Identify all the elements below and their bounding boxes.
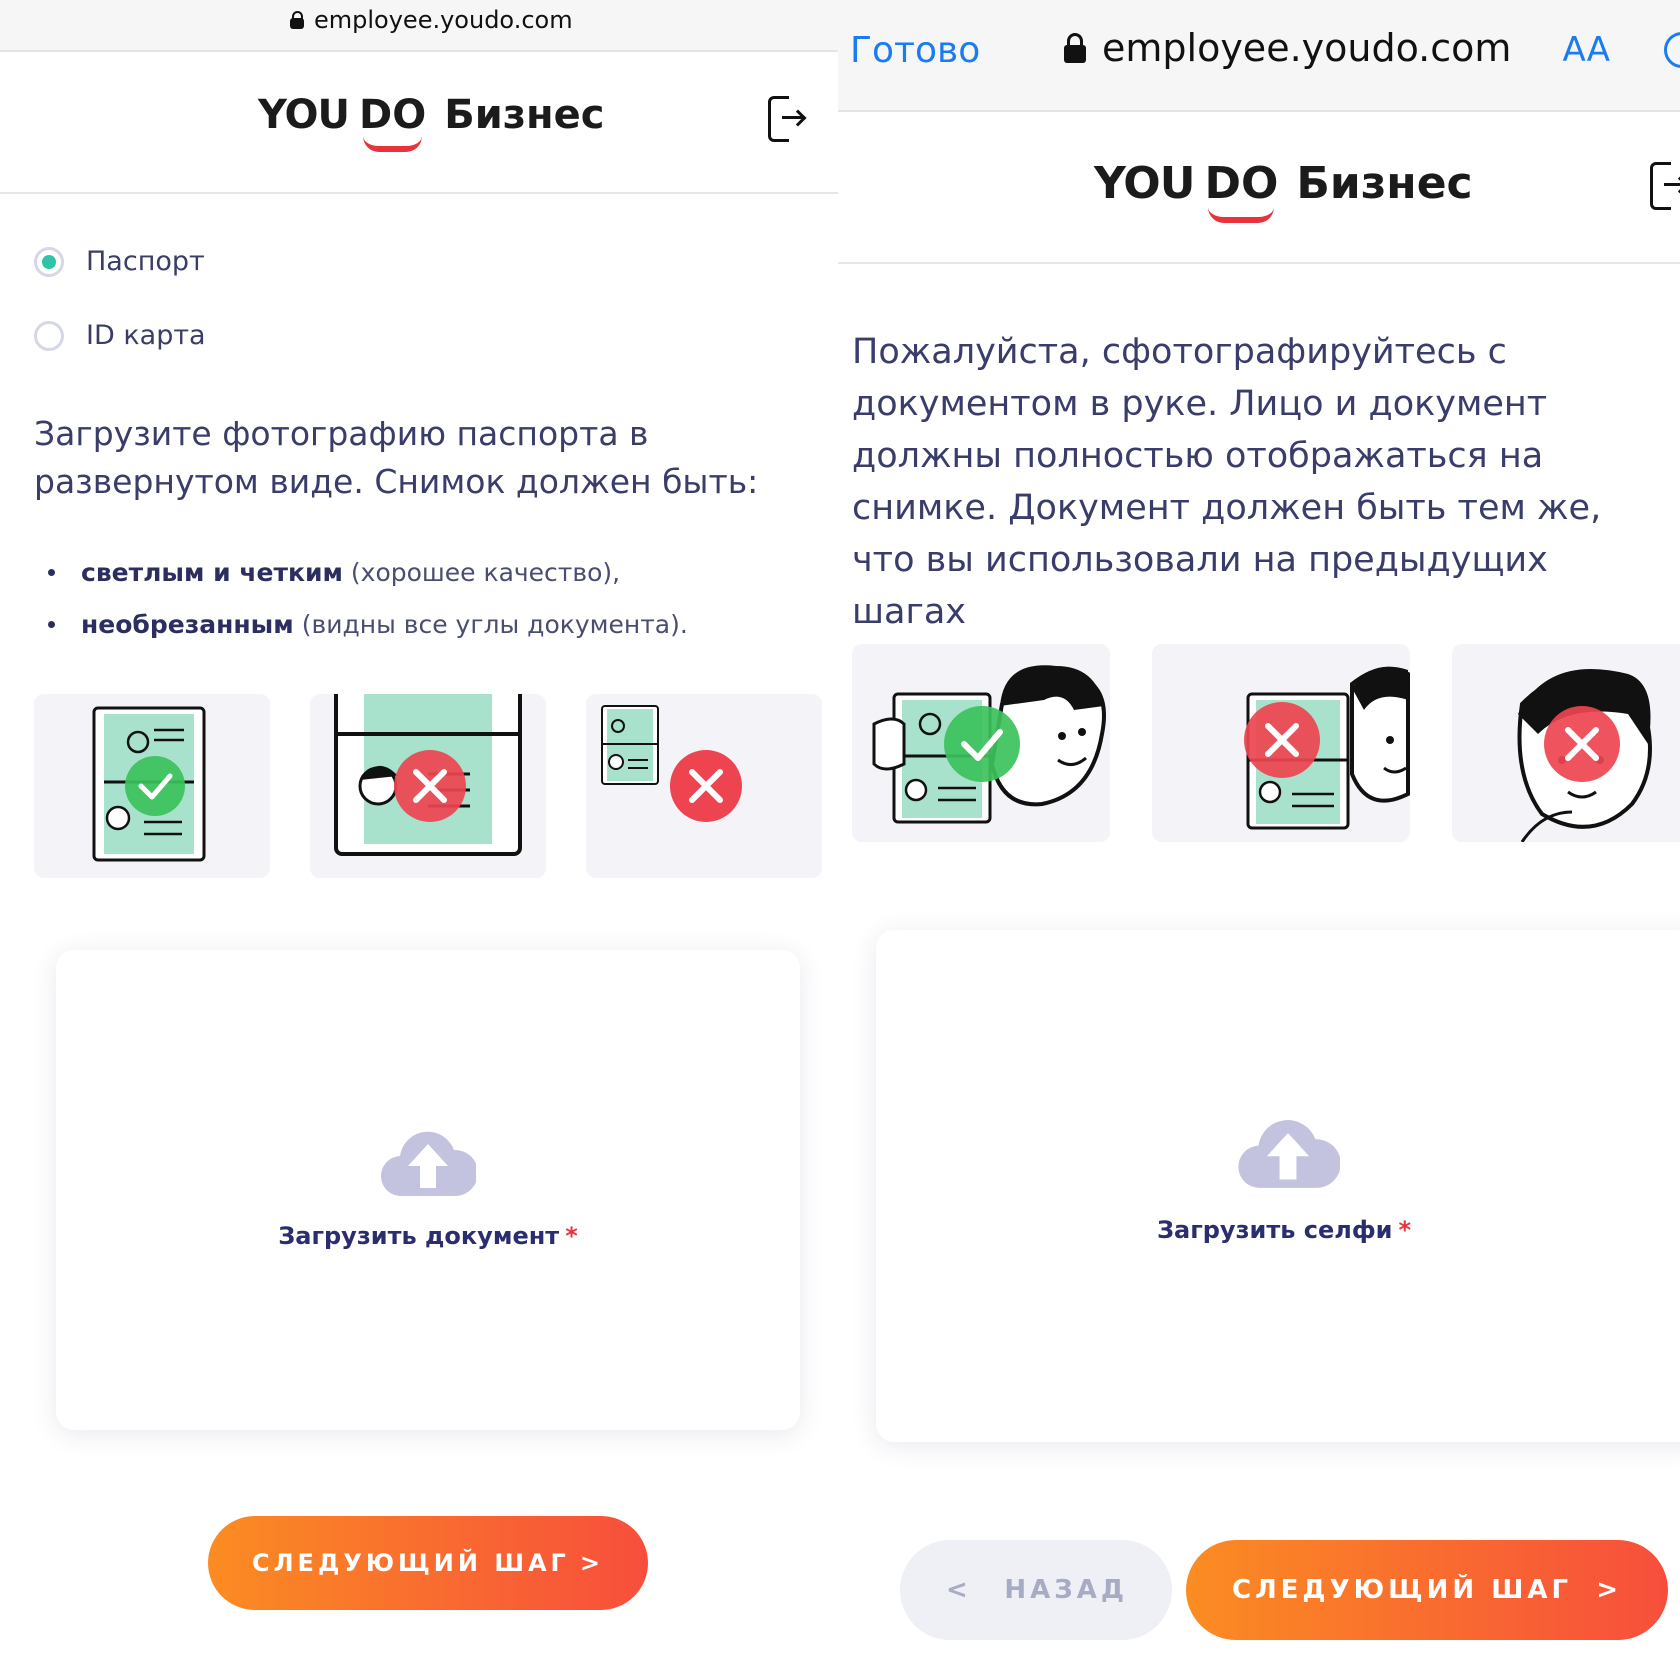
cloud-upload-icon [1238, 1120, 1340, 1188]
upload-label[interactable]: Загрузить селфи * [876, 1216, 1680, 1244]
requirement-note: (хорошее качество), [350, 558, 621, 587]
requirement-bold: необрезанным [81, 610, 294, 639]
chevron-right-icon: > [579, 1549, 604, 1577]
browser-address-bar[interactable]: employee.youdo.com [0, 0, 838, 52]
selfie-correct-illustration [872, 665, 1106, 824]
logo-you: YOU [258, 92, 350, 138]
url-display[interactable]: employee.youdo.com [290, 6, 573, 34]
example-card-too-far [586, 694, 822, 878]
selfie-upload-screen: Готово employee.youdo.com AA YOU DO Бизн… [838, 0, 1680, 1680]
radio-label: ID карта [86, 320, 206, 351]
selfie-no-document-illustration [1517, 669, 1652, 842]
logout-icon[interactable] [768, 96, 808, 142]
radio-id-card[interactable]: ID карта [34, 320, 206, 351]
example-card-face-covered [1152, 644, 1410, 842]
button-label: СЛЕДУЮЩИЙ ШАГ [1232, 1575, 1573, 1605]
requirement-item: светлым и четким (хорошее качество), [48, 558, 620, 587]
radio-checked-icon[interactable] [34, 246, 64, 277]
passport-too-close-illustration [334, 694, 522, 856]
url-display[interactable]: employee.youdo.com [1064, 26, 1511, 70]
logo-do: DO [1204, 158, 1278, 223]
url-text: employee.youdo.com [1102, 26, 1512, 70]
browser-toolbar: Готово employee.youdo.com AA [838, 0, 1680, 112]
upload-selfie-dropzone[interactable]: Загрузить селфи * [876, 930, 1680, 1442]
selfie-face-covered-illustration [1244, 666, 1410, 830]
url-text: employee.youdo.com [314, 6, 573, 34]
upload-label[interactable]: Загрузить документ * [56, 1222, 800, 1250]
required-mark: * [1398, 1216, 1412, 1244]
upload-document-dropzone[interactable]: Загрузить документ * [56, 950, 800, 1430]
passport-upload-screen: employee.youdo.com YOU DO Бизнес Паспорт… [0, 0, 838, 1680]
back-button[interactable]: < НАЗАД [900, 1540, 1172, 1640]
requirement-bold: светлым и четким [81, 558, 343, 587]
logo-suffix: Бизнес [444, 92, 605, 138]
bullet-icon [48, 621, 55, 628]
instructions-text: Загрузите фотографию паспорта в разверну… [34, 414, 759, 501]
requirement-note: (видны все углы документа). [301, 610, 688, 639]
example-card-too-close [310, 694, 546, 878]
example-card-good [852, 644, 1110, 842]
check-icon [125, 756, 185, 816]
logo-suffix: Бизнес [1296, 158, 1473, 209]
youdo-business-logo[interactable]: YOU DO Бизнес [258, 92, 605, 152]
example-card-no-document [1452, 644, 1680, 842]
passport-correct-illustration [92, 706, 206, 862]
next-step-button[interactable]: СЛЕДУЮЩИЙ ШАГ > [1186, 1540, 1668, 1640]
button-label: СЛЕДУЮЩИЙ ШАГ [252, 1549, 570, 1577]
logo-smile-icon [1208, 207, 1275, 223]
bullet-icon [48, 569, 55, 576]
radio-unchecked-icon[interactable] [34, 320, 64, 351]
text-size-button[interactable]: AA [1563, 30, 1610, 70]
chevron-right-icon: > [1596, 1575, 1622, 1605]
check-icon [944, 706, 1020, 782]
logo-you: YOU [1094, 158, 1195, 209]
site-header: YOU DO Бизнес [838, 112, 1680, 264]
lock-icon [290, 11, 304, 29]
radio-label: Паспорт [86, 246, 205, 277]
radio-passport[interactable]: Паспорт [34, 246, 205, 277]
lock-icon [1064, 33, 1086, 63]
passport-too-far-illustration [601, 705, 742, 822]
instructions-text: Пожалуйста, сфотографируйтесь с документ… [852, 332, 1602, 632]
reload-icon[interactable] [1664, 32, 1680, 68]
requirement-item: необрезанным (видны все углы документа). [48, 610, 688, 639]
cloud-upload-icon [380, 1131, 476, 1197]
chevron-left-icon: < [946, 1575, 972, 1605]
logo-do: DO [359, 92, 426, 152]
site-header: YOU DO Бизнес [0, 52, 838, 194]
logout-icon[interactable] [1650, 162, 1680, 210]
example-card-good [34, 694, 270, 878]
button-label: НАЗАД [1004, 1575, 1128, 1605]
next-step-button[interactable]: СЛЕДУЮЩИЙ ШАГ > [208, 1516, 648, 1610]
youdo-business-logo[interactable]: YOU DO Бизнес [1094, 158, 1473, 223]
logo-smile-icon [363, 136, 423, 152]
required-mark: * [565, 1222, 578, 1250]
done-button[interactable]: Готово [850, 30, 980, 71]
